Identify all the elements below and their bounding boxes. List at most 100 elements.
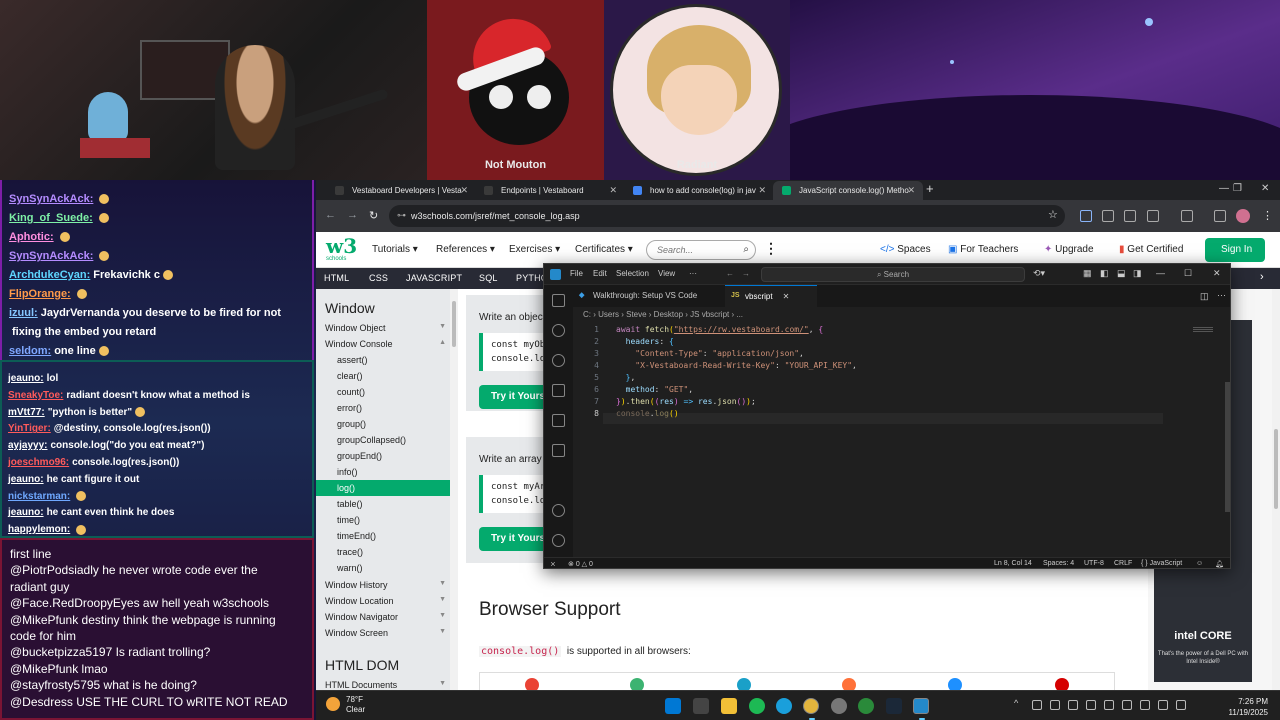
- breadcrumb[interactable]: C: › Users › Steve › Desktop › JS vbscri…: [583, 310, 743, 319]
- minimap[interactable]: [1193, 327, 1213, 333]
- chevron-up-icon[interactable]: ^: [1014, 698, 1024, 708]
- chat-username[interactable]: Aphotic:: [9, 231, 54, 243]
- layout-icon[interactable]: ▦: [1083, 268, 1092, 279]
- chat-username[interactable]: jeauno:: [8, 507, 44, 518]
- w3schools-logo[interactable]: w3 schools: [326, 236, 357, 264]
- site-info-icon[interactable]: ⊶: [397, 210, 406, 221]
- close-icon[interactable]: ✕: [1213, 268, 1221, 279]
- subnav-html[interactable]: HTML: [324, 273, 349, 283]
- sidebar-item-method[interactable]: timeEnd(): [316, 528, 450, 544]
- tab-vbscript[interactable]: JS vbscript ✕: [725, 285, 817, 307]
- link-spaces[interactable]: </> Spaces: [880, 244, 931, 255]
- sidebar-item-method[interactable]: clear(): [316, 368, 450, 384]
- more-menu-icon[interactable]: ⋮: [764, 240, 778, 257]
- chat-username[interactable]: SneakyToe:: [8, 390, 63, 401]
- chat-username[interactable]: seldom:: [9, 345, 51, 357]
- subnav-sql[interactable]: SQL: [479, 273, 498, 283]
- tray-app-icon[interactable]: [1122, 700, 1132, 710]
- sidebar-item-window[interactable]: Window Screen ▼: [325, 625, 450, 641]
- back-icon[interactable]: ←: [325, 209, 336, 221]
- sidebar-item-method[interactable]: table(): [316, 496, 450, 512]
- chat-username[interactable]: SynSynAckAck:: [9, 193, 93, 205]
- start-button-icon[interactable]: [665, 698, 681, 714]
- sidebar-item-method[interactable]: trace(): [316, 544, 450, 560]
- sidebar-item-method[interactable]: groupEnd(): [316, 448, 450, 464]
- sidebar-item-method[interactable]: warn(): [316, 560, 450, 576]
- link-for-teachers[interactable]: ▣ For Teachers: [948, 244, 1018, 255]
- subnav-css[interactable]: CSS: [369, 273, 388, 283]
- subnav-javascript[interactable]: JAVASCRIPT: [406, 273, 462, 283]
- problems-indicator[interactable]: ⊗ 0 △ 0: [568, 560, 593, 568]
- browser-tab[interactable]: Endpoints | Vestaboard ✕: [475, 181, 625, 200]
- weather-widget[interactable]: 78°F Clear: [326, 695, 365, 715]
- cast-icon[interactable]: [1181, 210, 1193, 222]
- menu-tutorials[interactable]: Tutorials ▾: [372, 244, 418, 255]
- sidebar-item-window-object[interactable]: Window Object ▼: [325, 320, 450, 336]
- sidebar-item-window-console[interactable]: Window Console ▲: [325, 336, 450, 352]
- menu-selection[interactable]: Selection: [616, 269, 649, 278]
- maximize-icon[interactable]: ☐: [1184, 268, 1192, 279]
- close-tab-icon[interactable]: ✕: [758, 185, 766, 196]
- link-get-certified[interactable]: ▮ Get Certified: [1119, 244, 1183, 255]
- try-it-button[interactable]: Try it Yourse: [479, 385, 549, 409]
- chat-username[interactable]: happylemon:: [8, 524, 70, 535]
- puzzle-icon[interactable]: [1147, 210, 1159, 222]
- browser-tab[interactable]: Vestaboard Developers | Vesta ✕: [326, 181, 476, 200]
- menu-file[interactable]: File: [570, 269, 583, 278]
- remote-explorer-icon[interactable]: [552, 444, 565, 457]
- tray-app-icon[interactable]: [1050, 700, 1060, 710]
- toggle-secondary-icon[interactable]: ◨: [1133, 268, 1142, 279]
- sidebar-item-window[interactable]: Window Location ▼: [325, 593, 450, 609]
- forward-icon[interactable]: →: [347, 209, 358, 221]
- maximize-icon[interactable]: ❐: [1233, 183, 1242, 194]
- search-icon[interactable]: [552, 324, 565, 337]
- subnav-next-icon[interactable]: ›: [1260, 271, 1264, 283]
- chat-username[interactable]: joeschmo96:: [8, 457, 69, 468]
- nav-back-icon[interactable]: ←: [726, 269, 734, 278]
- obs-icon[interactable]: [831, 698, 847, 714]
- close-tab-icon[interactable]: ✕: [460, 185, 468, 196]
- page-scrollbar[interactable]: [1272, 289, 1280, 690]
- sidebar-item-method[interactable]: assert(): [316, 352, 450, 368]
- nav-forward-icon[interactable]: →: [742, 269, 750, 278]
- sidebar-item-html-documents[interactable]: HTML Documents ▼: [325, 677, 450, 690]
- sidebar-item-method[interactable]: error(): [316, 400, 450, 416]
- sidebar-item-method[interactable]: info(): [316, 464, 450, 480]
- search-icon[interactable]: ⌕: [743, 244, 749, 255]
- tray-app-icon[interactable]: [1104, 700, 1114, 710]
- system-clock[interactable]: 7:26 PM 11/19/2025: [1206, 696, 1268, 718]
- language-mode[interactable]: { } JavaScript: [1141, 560, 1182, 567]
- account-icon[interactable]: [552, 504, 565, 517]
- chat-username[interactable]: King_of_Suede:: [9, 212, 93, 224]
- close-icon[interactable]: ✕: [1261, 183, 1269, 194]
- trash-icon[interactable]: [1102, 210, 1114, 222]
- chat-username[interactable]: izuul:: [9, 307, 38, 319]
- menu-certificates[interactable]: Certificates ▾: [575, 244, 633, 255]
- copilot-status-icon[interactable]: ☺: [1196, 560, 1203, 567]
- command-center-search[interactable]: ⌕ Search: [761, 267, 1025, 282]
- edge-icon[interactable]: [776, 698, 792, 714]
- sidebar-item-method[interactable]: time(): [316, 512, 450, 528]
- try-it-button[interactable]: Try it Yourse: [479, 527, 549, 551]
- indentation[interactable]: Spaces: 4: [1043, 560, 1074, 567]
- volume-icon[interactable]: [1158, 700, 1168, 710]
- task-view-icon[interactable]: [693, 698, 709, 714]
- menu-exercises[interactable]: Exercises ▾: [509, 244, 560, 255]
- extensions-icon[interactable]: [552, 414, 565, 427]
- menu-edit[interactable]: Edit: [593, 269, 607, 278]
- chat-username[interactable]: nickstarman:: [8, 491, 70, 502]
- menu-kebab-icon[interactable]: ⋮: [1262, 209, 1273, 222]
- chat-username[interactable]: mVtt77:: [8, 407, 45, 418]
- sidebar-item-method[interactable]: count(): [316, 384, 450, 400]
- line-endings[interactable]: CRLF: [1114, 560, 1132, 567]
- vscode-icon[interactable]: [913, 698, 929, 720]
- settings-gear-icon[interactable]: [552, 534, 565, 547]
- chat-username[interactable]: ayjayyy:: [8, 440, 47, 451]
- cursor-position[interactable]: Ln 8, Col 14: [994, 560, 1032, 567]
- editor-scrollbar[interactable]: [1225, 322, 1230, 512]
- file-explorer-icon[interactable]: [721, 698, 737, 714]
- sidebar-item-method[interactable]: group(): [316, 416, 450, 432]
- tray-app-icon[interactable]: [1068, 700, 1078, 710]
- sidebar-scrollbar[interactable]: [450, 289, 458, 690]
- chat-username[interactable]: jeauno:: [8, 373, 44, 384]
